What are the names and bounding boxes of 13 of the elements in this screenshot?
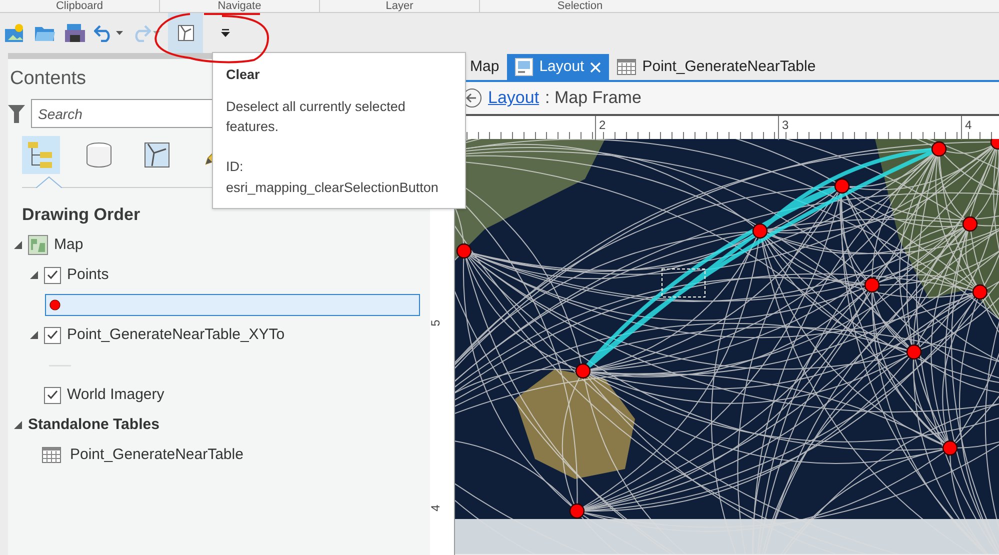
- ribbon-group-label: Selection: [557, 0, 603, 12]
- tooltip-id-label: ID:: [226, 158, 244, 176]
- breadcrumb-text: : Map Frame: [545, 87, 642, 110]
- ruler-label: 4: [427, 504, 444, 512]
- section-heading: Drawing Order: [21, 204, 142, 226]
- ribbon-group-label: Navigate: [218, 0, 262, 12]
- ribbon-group-label: Clipboard: [56, 0, 104, 12]
- ribbon-group-label: Layer: [386, 0, 414, 12]
- tooltip-id-value: esri_mapping_clearSelectionButton: [226, 178, 440, 197]
- ruler-label: 5: [427, 320, 444, 326]
- tooltip-title: Clear: [226, 66, 261, 84]
- pane-title: Contents: [10, 68, 86, 89]
- tooltip-description: Deselect all currently selected features.: [226, 98, 406, 136]
